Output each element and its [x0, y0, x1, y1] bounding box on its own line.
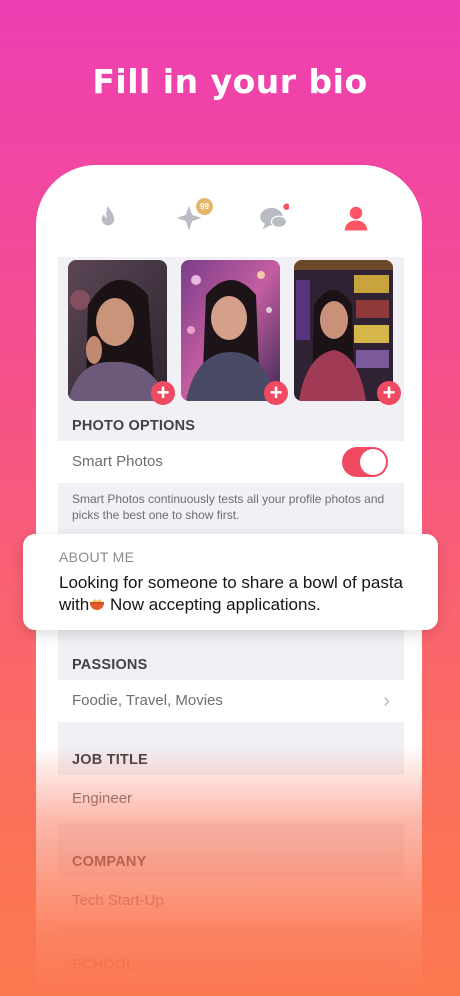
smart-photos-toggle[interactable]	[342, 447, 388, 477]
company-row[interactable]: Tech Start-Up	[58, 877, 404, 925]
job-title-value: Engineer	[72, 790, 133, 807]
headline: Fill in your bio	[92, 62, 368, 101]
passions-row[interactable]: Foodie, Travel, Movies ›	[58, 680, 404, 722]
top-nav: 99	[36, 165, 422, 257]
job-title-row[interactable]: Engineer	[58, 775, 404, 823]
job-title-header: JOB TITLE	[72, 752, 148, 768]
toggle-knob	[360, 449, 386, 475]
profile-icon[interactable]	[341, 203, 371, 233]
add-photo-button-2[interactable]: +	[264, 381, 288, 405]
company-value: Tech Start-Up	[72, 892, 164, 909]
smart-photos-row: Smart Photos	[58, 441, 404, 483]
school-header: SCHOOL	[72, 957, 136, 973]
passions-header: PASSIONS	[72, 657, 148, 673]
photo-grid: + + +	[68, 260, 401, 405]
pasta-bowl-icon	[90, 599, 105, 610]
photo-options-header: PHOTO OPTIONS	[72, 418, 196, 434]
about-me-card[interactable]: ABOUT ME Looking for someone to share a …	[23, 534, 438, 630]
company-header: COMPANY	[72, 854, 147, 870]
smart-photos-description: Smart Photos continuously tests all your…	[72, 492, 385, 522]
chat-icon[interactable]	[259, 203, 289, 233]
chevron-right-icon: ›	[383, 690, 390, 712]
notification-badge: 99	[196, 198, 213, 215]
profile-photo-1[interactable]	[68, 260, 167, 401]
add-photo-button-1[interactable]: +	[151, 381, 175, 405]
profile-photo-3[interactable]	[294, 260, 393, 401]
about-text-part-2: Now accepting applications.	[105, 595, 321, 614]
flame-icon[interactable]	[93, 203, 123, 233]
add-photo-button-3[interactable]: +	[377, 381, 401, 405]
passions-value: Foodie, Travel, Movies	[72, 692, 223, 709]
smart-photos-label: Smart Photos	[72, 453, 163, 470]
about-me-text[interactable]: Looking for someone to share a bowl of p…	[59, 572, 429, 616]
profile-photo-2[interactable]	[181, 260, 280, 401]
about-me-title: ABOUT ME	[59, 549, 135, 565]
